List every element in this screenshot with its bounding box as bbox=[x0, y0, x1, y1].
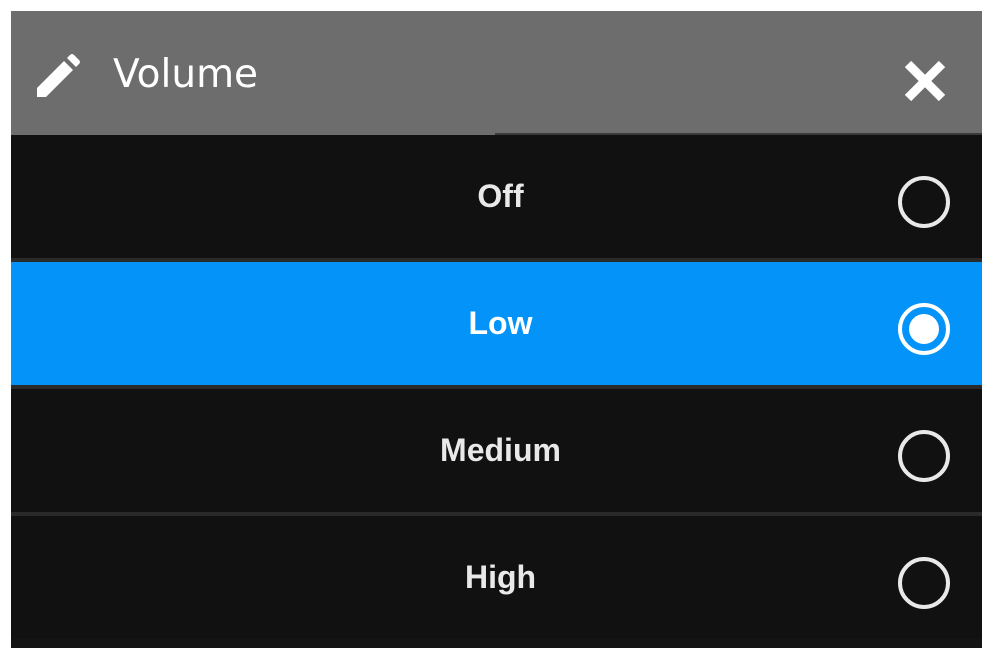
close-icon bbox=[904, 60, 946, 102]
dialog-title: Volume bbox=[113, 52, 259, 97]
volume-options-list: Off Low Medium High bbox=[11, 135, 982, 648]
dialog-header: Volume bbox=[11, 11, 982, 136]
close-button[interactable] bbox=[895, 51, 955, 111]
option-medium[interactable]: Medium bbox=[11, 389, 982, 512]
radio-unchecked-icon[interactable] bbox=[895, 554, 953, 612]
pencil-icon bbox=[33, 53, 81, 101]
option-label: High bbox=[464, 559, 537, 595]
volume-dialog: Volume Off Low Medium High bbox=[11, 11, 982, 648]
option-label: Medium bbox=[440, 432, 561, 468]
radio-unchecked-icon[interactable] bbox=[895, 173, 953, 231]
option-low[interactable]: Low bbox=[11, 262, 982, 385]
radio-unchecked-icon[interactable] bbox=[895, 427, 953, 485]
option-label: Low bbox=[468, 305, 533, 341]
option-off[interactable]: Off bbox=[11, 135, 982, 258]
radio-checked-icon[interactable] bbox=[895, 300, 953, 358]
option-label: Off bbox=[477, 178, 524, 214]
option-high[interactable]: High bbox=[11, 516, 982, 639]
